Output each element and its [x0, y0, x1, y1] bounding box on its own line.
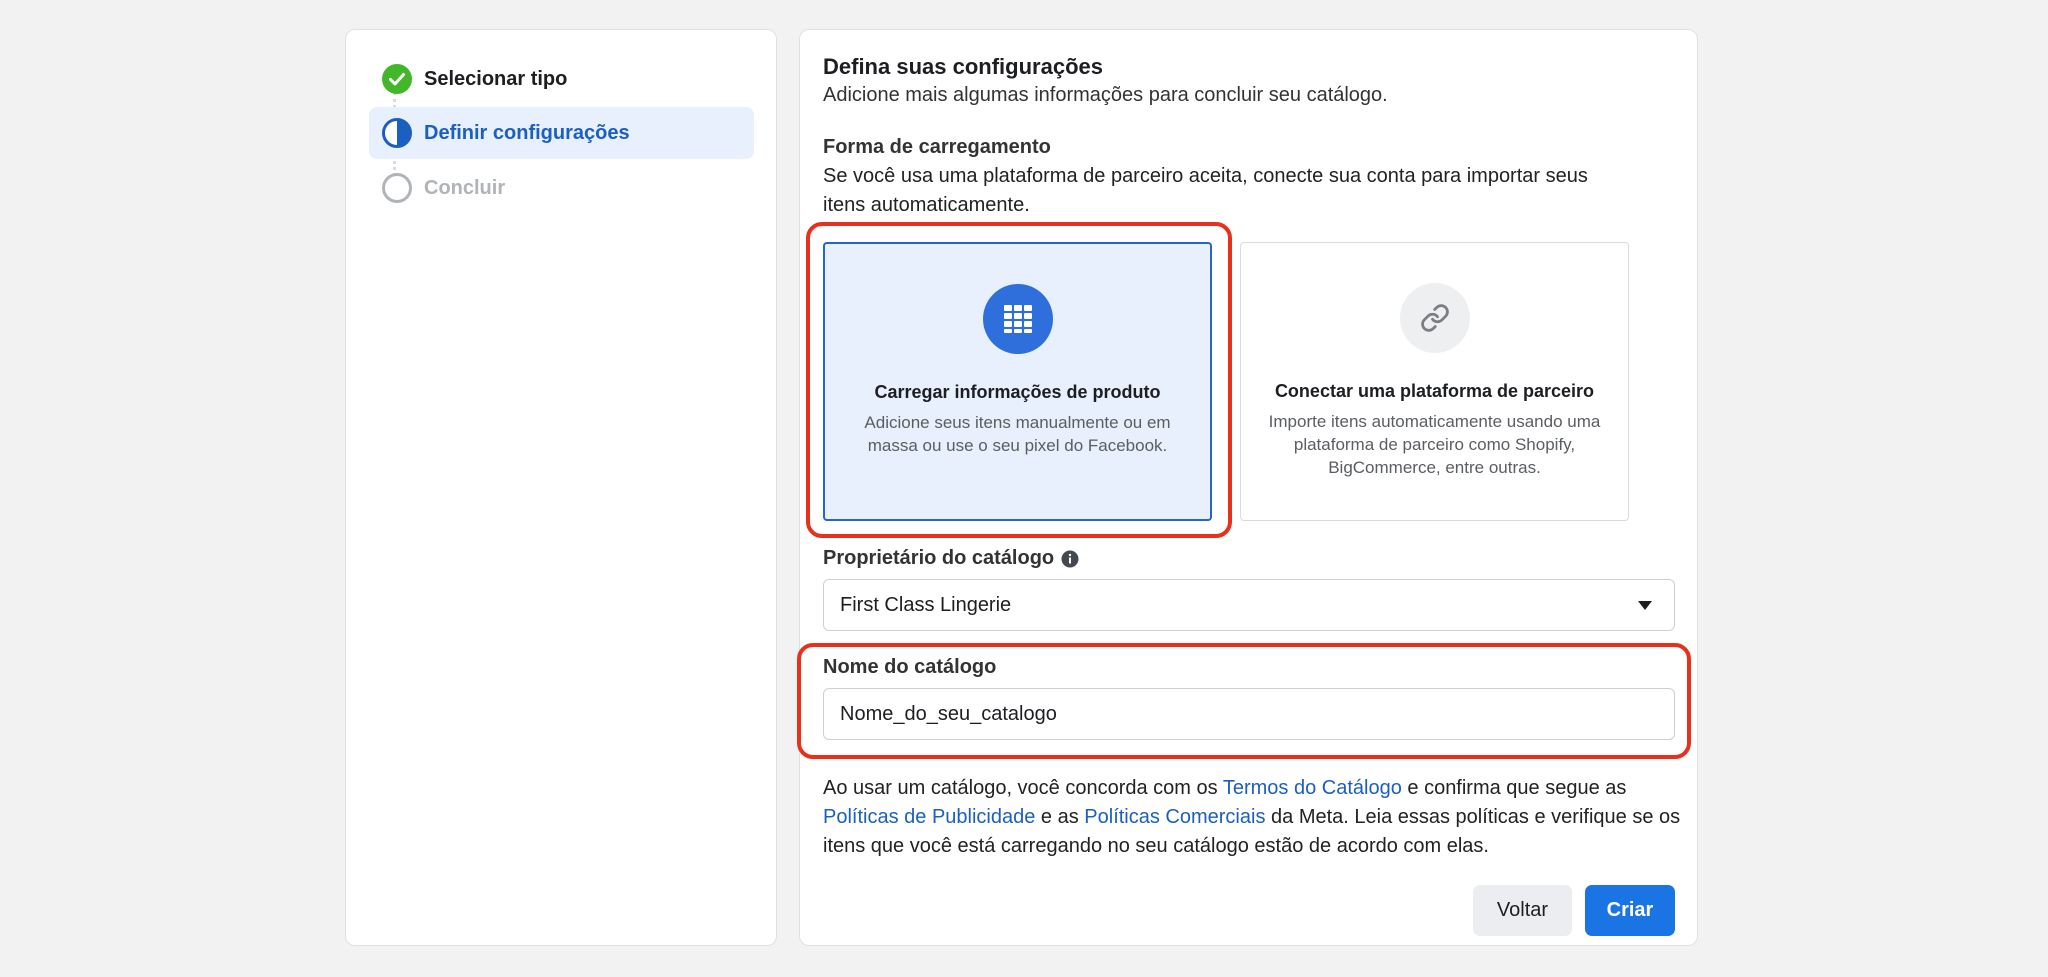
step-label: Concluir — [424, 176, 506, 199]
settings-panel: Defina suas configurações Adicione mais … — [799, 29, 1698, 946]
advertising-policies-link[interactable]: Políticas de Publicidade — [823, 806, 1035, 828]
catalog-name-label: Nome do catálogo — [823, 656, 996, 679]
terms-text-part: e as — [1035, 806, 1085, 828]
info-icon[interactable] — [1061, 550, 1079, 568]
catalog-terms-link[interactable]: Termos do Catálogo — [1223, 777, 1402, 799]
back-button[interactable]: Voltar — [1473, 885, 1572, 936]
step-define-settings[interactable]: Definir configurações — [369, 107, 754, 159]
stepper-panel: Selecionar tipo Definir configurações Co… — [345, 29, 777, 946]
grid-icon — [1003, 305, 1032, 333]
step-label: Definir configurações — [424, 121, 630, 144]
create-button[interactable]: Criar — [1585, 885, 1675, 936]
link-icon — [1420, 304, 1449, 332]
option-title: Carregar informações de produto — [874, 382, 1161, 402]
commerce-policies-link[interactable]: Políticas Comerciais — [1084, 806, 1265, 828]
catalog-name-input[interactable] — [823, 688, 1675, 740]
upload-method-description: Se você usa uma plataforma de parceiro a… — [823, 165, 1588, 216]
catalog-owner-label: Proprietário do catálogo — [823, 547, 1079, 570]
catalog-owner-label-text: Proprietário do catálogo — [823, 547, 1055, 569]
step-label: Selecionar tipo — [424, 67, 568, 90]
check-circle-icon — [382, 64, 412, 94]
option-upload-product-info[interactable]: Carregar informações de produto Adicione… — [823, 242, 1212, 521]
step-finish[interactable]: Concluir — [369, 162, 754, 214]
catalog-name-label-text: Nome do catálogo — [823, 656, 997, 678]
option-title: Conectar uma plataforma de parceiro — [1274, 381, 1595, 401]
catalog-owner-select[interactable]: First Class Lingerie — [823, 579, 1675, 631]
caret-down-icon — [1638, 601, 1652, 610]
catalog-owner-value: First Class Lingerie — [840, 593, 1012, 616]
terms-text-part: e confirma que segue as — [1401, 777, 1627, 799]
terms-text: Ao usar um catálogo, você concorda com o… — [823, 774, 1683, 861]
upload-method-title: Forma de carregamento — [823, 136, 1051, 158]
half-circle-icon — [382, 118, 412, 148]
page-title: Defina suas configurações — [823, 54, 1103, 79]
link-icon-wrapper — [1399, 283, 1470, 353]
page-subtitle: Adicione mais algumas informações para c… — [823, 84, 1388, 106]
option-description: Importe itens automaticamente usando uma… — [1268, 412, 1601, 477]
option-connect-partner-platform[interactable]: Conectar uma plataforma de parceiro Impo… — [1240, 242, 1629, 521]
option-description: Adicione seus itens manualmente ou em ma… — [864, 413, 1171, 455]
empty-circle-icon — [382, 173, 412, 203]
step-select-type[interactable]: Selecionar tipo — [369, 53, 754, 105]
terms-text-part: Ao usar um catálogo, você concorda com o… — [823, 777, 1223, 799]
grid-icon-wrapper — [982, 284, 1053, 354]
